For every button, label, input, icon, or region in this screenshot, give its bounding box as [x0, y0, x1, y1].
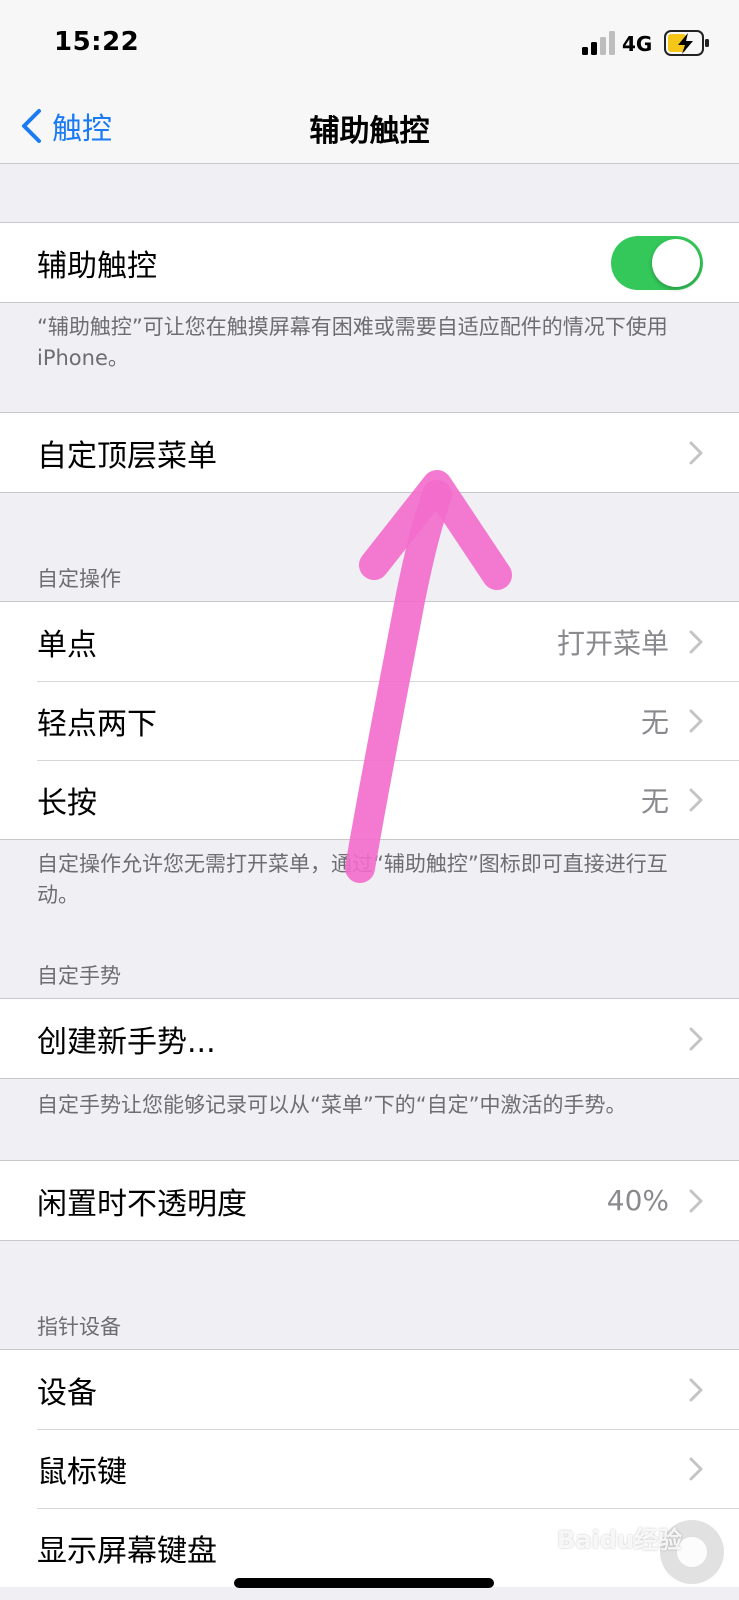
battery-charging-icon: [664, 30, 709, 56]
assistive-touch-footer: “辅助触控”可让您在触摸屏幕有困难或需要自适应配件的情况下使用iPhone。: [37, 315, 668, 370]
long-press-row[interactable]: 长按 无: [0, 760, 739, 839]
assistive-touch-group: 辅助触控: [0, 222, 739, 303]
custom-actions-header: 自定操作: [37, 567, 121, 591]
toggle-knob: [652, 238, 700, 287]
long-press-label: 长按: [37, 785, 97, 821]
navigation-bar: 触控 辅助触控: [0, 92, 739, 164]
idle-opacity-label: 闲置时不透明度: [37, 1186, 247, 1222]
single-tap-row[interactable]: 单点 打开菜单: [0, 602, 739, 681]
pointer-devices-header: 指针设备: [37, 1315, 121, 1339]
status-bar: 15:22 4G: [0, 0, 739, 92]
idle-opacity-value: 40%: [606, 1184, 669, 1217]
assistive-touch-toggle[interactable]: [611, 235, 703, 290]
custom-gestures-footer: 自定手势让您能够记录可以从“菜单”下的“自定”中激活的手势。: [37, 1093, 627, 1117]
custom-gestures-group: 创建新手势...: [0, 998, 739, 1079]
devices-label: 设备: [37, 1375, 97, 1411]
page-title: 辅助触控: [309, 114, 430, 149]
assistive-touch-row: 辅助触控: [0, 223, 739, 302]
mouse-keys-label: 鼠标键: [37, 1454, 127, 1490]
create-gesture-row[interactable]: 创建新手势...: [0, 999, 739, 1078]
top-menu-group: 自定顶层菜单: [0, 412, 739, 493]
chevron-right-icon: [689, 709, 703, 732]
long-press-value: 无: [640, 784, 669, 818]
double-tap-value: 无: [640, 705, 669, 739]
devices-row[interactable]: 设备: [0, 1350, 739, 1429]
custom-gestures-header: 自定手势: [37, 964, 121, 988]
chevron-right-icon: [689, 1189, 703, 1212]
assistive-touch-label: 辅助触控: [37, 248, 157, 284]
home-indicator[interactable]: [234, 1578, 494, 1588]
custom-actions-group: 单点 打开菜单 轻点两下 无 长按 无: [0, 601, 739, 840]
double-tap-label: 轻点两下: [37, 706, 157, 742]
top-menu-row[interactable]: 自定顶层菜单: [0, 413, 739, 492]
cellular-signal-icon: [582, 31, 615, 55]
idle-opacity-row[interactable]: 闲置时不透明度 40%: [0, 1161, 739, 1240]
double-tap-row[interactable]: 轻点两下 无: [0, 681, 739, 760]
custom-actions-footer: 自定操作允许您无需打开菜单，通过“辅助触控”图标即可直接进行互动。: [37, 852, 668, 907]
chevron-right-icon: [689, 788, 703, 811]
create-gesture-label: 创建新手势...: [37, 1024, 216, 1060]
top-menu-label: 自定顶层菜单: [37, 438, 217, 474]
chevron-right-icon: [689, 1027, 703, 1050]
chevron-right-icon: [689, 630, 703, 653]
idle-opacity-group: 闲置时不透明度 40%: [0, 1160, 739, 1241]
single-tap-value: 打开菜单: [556, 626, 669, 660]
chevron-right-icon: [689, 1457, 703, 1480]
single-tap-label: 单点: [37, 627, 97, 663]
mouse-keys-row[interactable]: 鼠标键: [0, 1429, 739, 1508]
baidu-watermark: Baidu经验: [557, 1526, 682, 1554]
status-time: 15:22: [54, 27, 140, 57]
network-type: 4G: [622, 32, 653, 56]
chevron-right-icon: [689, 1378, 703, 1401]
chevron-right-icon: [689, 441, 703, 464]
